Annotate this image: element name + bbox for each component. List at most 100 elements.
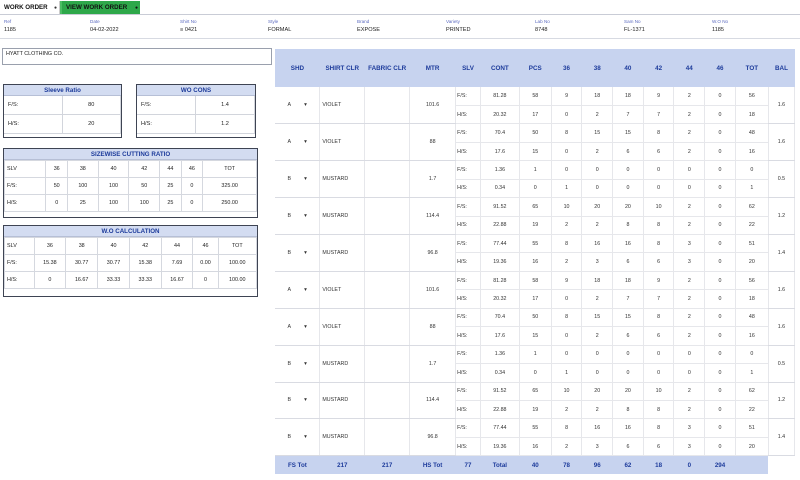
shade-dropdown-icon[interactable]: ▾ [304,434,307,440]
table-row[interactable]: B ▾ MUSTARD 1.7 F/S: 1.36 1 0 0 0 0 0 0 0 0.5 [275,345,796,383]
qty-cell: 0 [612,363,644,383]
table-row[interactable]: B ▾ MUSTARD 114.4 F/S: 91.52 65 10 20 20 10 2 0 62 1.2 [275,382,796,420]
panel-title: WO CONS [137,85,255,96]
balance-cell: 1.4 [768,234,796,272]
table-row[interactable]: A ▾ VIOLET 88 F/S: 70.4 50 8 15 15 8 2 0 48 1.6 [275,123,796,162]
qty-cell: 2 [581,400,614,420]
table-row: H/S: 0 25 100 100 25 0 250.00 [3,194,257,212]
balance-cell: 0.5 [768,160,796,199]
table-row[interactable]: B ▾ MUSTARD 1.7 F/S: 1.36 1 0 0 0 0 0 0 0 0.5 [275,160,796,199]
shade-cell: A ▾ [275,123,321,162]
qty-cell: 8 [643,216,675,236]
shade-dropdown-icon[interactable]: ▾ [304,324,307,330]
tab-close-icon[interactable]: ● [54,2,57,15]
fabric-color-cell [364,160,411,199]
qty-cell: 6 [612,142,644,162]
table-row[interactable]: B ▾ MUSTARD 96.8 F/S: 77.44 55 8 16 16 8 3 0 51 1.4 [275,418,796,457]
qty-cell: 19.36 [480,437,520,457]
qty-cell: 8 [643,418,675,438]
qty-cell: 91.52 [480,197,520,217]
info-value: PRINTED [446,27,471,33]
sleeve-ratio-label: H/S: [4,115,63,134]
shade-wrap: B ▾ [275,434,319,440]
fabric-color-cell [364,345,411,383]
table-cell: F/S: [3,177,47,195]
table-row[interactable]: B ▾ MUSTARD 96.8 F/S: 77.44 55 8 16 16 8 3 0 51 1.4 [275,234,796,272]
table-cell: 0 [180,194,204,212]
qty-cell: 0 [704,326,736,346]
qty-cell: 1.36 [480,160,520,180]
table-row[interactable]: A ▾ VIOLET 101.6 F/S: 81.28 58 9 18 18 9 2 0 56 1.6 [275,87,796,125]
qty-cell: 0.34 [480,363,520,383]
shade-dropdown-icon[interactable]: ▾ [304,176,307,182]
qty-cell: 2 [673,326,706,346]
column-header: SLV [3,160,47,178]
column-header: 38 [66,160,99,178]
table-row[interactable]: A ▾ VIOLET 88 F/S: 70.4 50 8 15 15 8 2 0 48 1.6 [275,308,796,346]
buyer-field[interactable]: HYATT CLOTHING CO. [2,48,272,65]
shade-dropdown-icon[interactable]: ▾ [304,213,307,219]
qty-cell: 20.32 [480,105,520,125]
column-header: 40 [612,49,644,87]
shade-dropdown-icon[interactable]: ▾ [304,102,307,108]
tab-label: VIEW WORK ORDER [66,4,128,11]
shade-dropdown-icon[interactable]: ▾ [304,287,307,293]
qty-cell: 20 [735,437,769,457]
table-cell: 100 [66,177,99,195]
qty-cell: 2 [581,289,614,309]
table-row: H/S: 0 16.67 33.33 33.33 16.67 0 100.00 [4,271,258,289]
shade-dropdown-icon[interactable]: ▾ [304,397,307,403]
sleeve-cell: H/S: [455,105,481,125]
footer-cell: HS Tot [409,455,456,474]
shade-dropdown-icon[interactable]: ▾ [304,361,307,367]
shade-cell: A ▾ [275,271,321,309]
order-info-row: Ref 1185 Date 04-02-2022 Shirt No ≡ 0421 Style… [0,17,800,39]
qty-cell: 9 [643,271,675,291]
shirt-color-cell: MUSTARD [319,160,366,199]
table-cell: 325.00 [202,177,257,195]
meter-cell: 114.4 [409,382,457,420]
qty-cell: 0 [519,179,552,199]
sleeve-ratio-value: 20 [62,115,121,134]
shade-dropdown-icon[interactable]: ▾ [304,139,307,145]
qty-cell: 15 [581,308,614,328]
column-header: SLV [4,237,35,255]
qty-cell: 17.6 [480,326,520,346]
tab-work-order[interactable]: WORK ORDER ● [0,1,60,14]
shade-wrap: B ▾ [275,176,319,182]
qty-cell: 19.36 [480,252,520,272]
tab-view-work-order[interactable]: VIEW WORK ORDER ● [60,1,140,14]
qty-cell: 65 [519,197,552,217]
qty-cell: 16 [581,418,614,438]
shade-dropdown-icon[interactable]: ▾ [304,250,307,256]
qty-cell: 15 [519,142,552,162]
qty-cell: 0 [519,363,552,383]
footer-cell: 217 [319,455,365,474]
qty-cell: 0 [704,345,736,365]
qty-cell: 10 [551,382,583,401]
qty-cell: 50 [519,123,552,143]
qty-cell: 0 [704,308,736,328]
balance-cell: 1.2 [768,382,796,420]
qty-cell: 0 [673,345,706,365]
info-field: Variety PRINTED [446,19,471,33]
qty-cell: 16 [735,142,769,162]
table-cell: 100 [97,194,130,212]
table-row[interactable]: A ▾ VIOLET 101.6 F/S: 81.28 58 9 18 18 9 2 0 56 1.6 [275,271,796,309]
shirt-color-cell: MUSTARD [319,345,366,383]
info-field: Shirt No ≡ 0421 [180,19,197,33]
qty-cell: 8 [551,234,583,254]
shirt-color-cell: MUSTARD [319,234,366,272]
table-cell: 30.77 [97,254,130,272]
sleeve-cell: F/S: [455,234,481,254]
qty-cell: 3 [673,252,706,272]
qty-cell: 55 [519,418,552,438]
column-header: MTR [409,49,456,87]
shirt-color-cell: MUSTARD [319,418,366,457]
balance-cell: 1.6 [768,308,796,346]
table-row[interactable]: B ▾ MUSTARD 114.4 F/S: 91.52 65 10 20 20 10 2 0 62 1.2 [275,197,796,235]
qty-cell: 0 [704,437,736,457]
tab-close-icon[interactable]: ● [135,2,138,15]
qty-cell: 0 [704,400,736,420]
column-header: SHIRT CLR [319,49,365,87]
